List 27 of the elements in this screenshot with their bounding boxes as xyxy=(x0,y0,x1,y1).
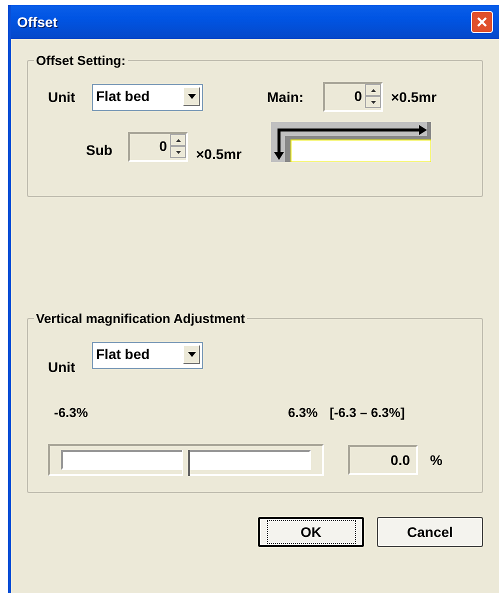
main-label: Main: xyxy=(267,89,305,105)
unit-dropdown[interactable]: Flat bed xyxy=(92,84,203,110)
cancel-button[interactable]: Cancel xyxy=(377,517,483,547)
value-field[interactable]: 0.0 xyxy=(348,445,418,475)
max-label: 6.3% xyxy=(288,405,318,420)
close-button[interactable] xyxy=(471,11,493,33)
ok-button[interactable]: OK xyxy=(258,517,364,547)
unit-label: Unit xyxy=(48,359,76,375)
min-label: -6.3% xyxy=(54,405,89,420)
close-icon[interactable] xyxy=(476,16,488,28)
spin-up-icon[interactable] xyxy=(365,84,381,96)
magnification-slider[interactable] xyxy=(48,444,324,476)
unit-label: Unit xyxy=(48,89,76,105)
group-title: Offset Setting: xyxy=(35,53,127,68)
main-spinner[interactable]: 0 xyxy=(323,82,383,112)
percent-label: % xyxy=(430,452,442,468)
spin-down-icon[interactable] xyxy=(170,146,186,158)
range-label: [-6.3 – 6.3%] xyxy=(330,405,405,420)
sub-spinner[interactable]: 0 xyxy=(128,132,188,162)
sub-label: Sub xyxy=(86,142,114,158)
spin-down-icon[interactable] xyxy=(365,96,381,108)
unit-dropdown[interactable]: Flat bed xyxy=(92,342,203,369)
group-title: Vertical magnification Adjustment xyxy=(35,311,246,326)
spin-up-icon[interactable] xyxy=(170,134,186,146)
unit-suffix: ×0.5mr xyxy=(391,89,438,105)
window-title: Offset xyxy=(17,14,58,30)
unit-suffix: ×0.5mr xyxy=(196,146,243,162)
